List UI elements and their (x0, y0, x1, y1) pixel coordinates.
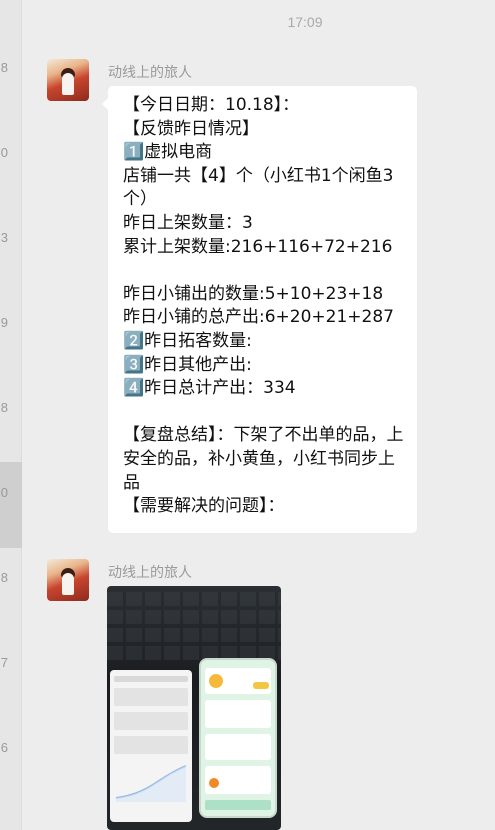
yellow-badge (253, 682, 269, 689)
message-line: 累计上架数量:216+116+72+216 (123, 236, 393, 257)
strip-number: 8 (0, 570, 8, 585)
strip-number: 0 (0, 485, 8, 500)
message-line: 【需要解决的问题】： (123, 496, 285, 517)
message-line: 2️⃣昨日拓客数量: (123, 330, 252, 351)
strip-number: 6 (0, 740, 8, 755)
screen-card (205, 700, 271, 728)
message-line (123, 401, 407, 425)
screen-header (114, 676, 188, 682)
strip-number: 9 (0, 315, 8, 330)
orange-dot-icon (209, 778, 219, 788)
message-line: 【今日日期：10.18】： (123, 95, 300, 115)
keyboard-row (107, 610, 281, 624)
sender-name: 动线上的旅人 (108, 564, 192, 580)
sender-name: 动线上的旅人 (108, 64, 192, 80)
message-line: 【复盘总结】：下架了不出单的品，上安全的品，补小黄鱼，小红书同步上品 (123, 425, 404, 493)
strip-number: 0 (0, 145, 8, 160)
message-line (123, 259, 407, 283)
message-line: 【反馈昨日情况】 (123, 118, 259, 139)
app-logo-icon (209, 674, 223, 688)
message-line: 昨日小铺的总产出:6+20+21+287 (123, 307, 394, 328)
screen-block (114, 712, 188, 730)
trend-line-graphic (116, 765, 186, 802)
message-line: 昨日小铺出的数量:5+10+23+18 (123, 283, 384, 304)
avatar-figure (62, 573, 74, 595)
strip-number: 3 (0, 230, 8, 245)
message-line: 昨日上架数量：3 (123, 212, 253, 233)
text-message-bubble[interactable]: 【今日日期：10.18】： 【反馈昨日情况】 1️⃣虚拟电商 店铺一共【4】个（… (102, 86, 417, 533)
message-line: 店铺一共【4】个（小红书1个闲鱼3个） (123, 165, 394, 210)
phone-screen-right (199, 658, 277, 818)
sender-avatar[interactable] (47, 559, 89, 601)
message-line: 4️⃣昨日总计产出：334 (123, 378, 296, 399)
left-conversation-strip: 8 0 3 9 8 0 8 7 6 (0, 0, 22, 830)
message-line: 1️⃣虚拟电商 (123, 142, 213, 163)
keyboard-row (107, 628, 281, 642)
sender-avatar[interactable] (47, 59, 89, 101)
message-timestamp: 17:09 (287, 14, 323, 30)
screen-card (205, 734, 271, 760)
screen-block (114, 736, 188, 754)
avatar-figure (62, 73, 74, 95)
strip-number: 8 (0, 400, 8, 415)
strip-number: 7 (0, 655, 8, 670)
message-line: 3️⃣昨日其他产出: (123, 354, 252, 375)
phone-screen-left (110, 670, 192, 822)
image-message[interactable] (107, 586, 281, 830)
strip-number: 8 (0, 60, 8, 75)
selected-conversation-highlight (0, 462, 22, 548)
keyboard-row (107, 592, 281, 606)
screen-bottom-bar (205, 800, 271, 810)
screen-block (114, 688, 188, 706)
